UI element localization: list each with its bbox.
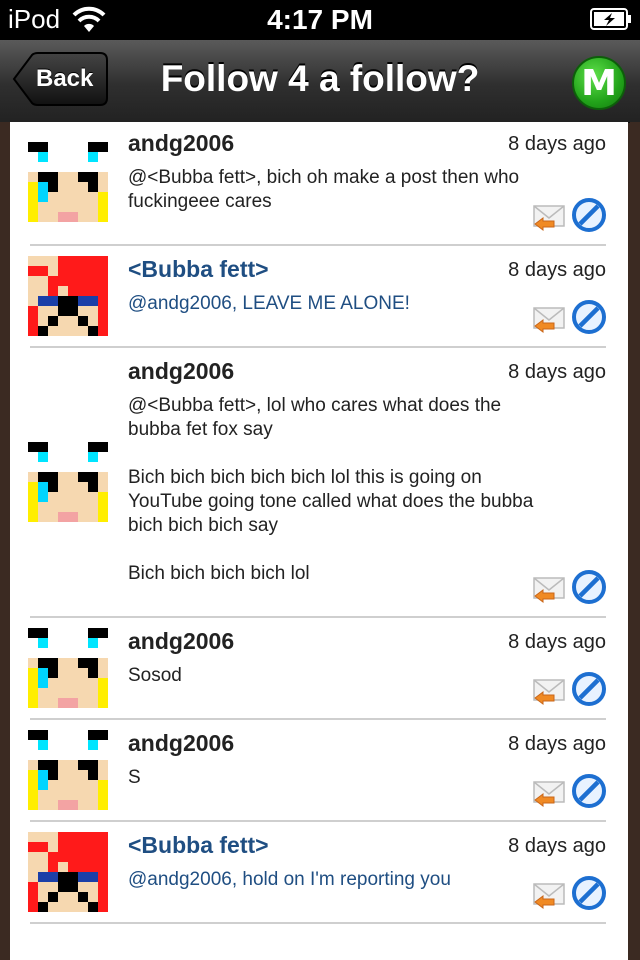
comment-item: andg2006 8 days ago S <box>28 720 606 822</box>
block-icon[interactable] <box>572 876 606 910</box>
page-title: Follow 4 a follow? <box>160 58 480 99</box>
comment-list[interactable]: andg2006 8 days ago @<Bubba fett>, die i… <box>10 122 628 960</box>
comment-text: S <box>128 767 141 788</box>
frame-border-right <box>630 122 640 960</box>
comment-timestamp: 8 days ago <box>508 631 606 653</box>
comment-feed: andg2006 8 days ago @<Bubba fett>, die i… <box>10 122 628 924</box>
block-icon[interactable] <box>572 198 606 232</box>
comment-timestamp: 8 days ago <box>508 133 606 155</box>
block-icon[interactable] <box>572 672 606 706</box>
avatar[interactable] <box>28 442 108 522</box>
comment-text: Sosod <box>128 665 182 686</box>
logo-letter: M <box>581 63 617 104</box>
comment-timestamp: 8 days ago <box>508 733 606 755</box>
reply-icon[interactable] <box>532 304 566 334</box>
comment-text: @<Bubba fett>, bich oh make a post then … <box>128 167 525 212</box>
avatar[interactable] <box>28 256 108 336</box>
comment-text: @andg2006, LEAVE ME ALONE! <box>128 293 410 314</box>
avatar[interactable] <box>28 730 108 810</box>
comment-text: @<Bubba fett>, lol who cares what does t… <box>128 395 534 584</box>
app-logo[interactable]: M <box>572 56 626 110</box>
comment-username[interactable]: andg2006 <box>128 358 234 385</box>
comment-item: andg2006 8 days ago @<Bubba fett>, bich … <box>28 122 606 246</box>
comment-username[interactable]: <Bubba fett> <box>128 256 269 283</box>
comment-username[interactable]: <Bubba fett> <box>128 832 269 859</box>
reply-icon[interactable] <box>532 880 566 910</box>
back-label: Back <box>36 65 94 92</box>
navigation-bar: Back Follow 4 a follow? M <box>0 40 640 123</box>
comment-item: andg2006 8 days ago Sosod <box>28 618 606 720</box>
reply-icon[interactable] <box>532 676 566 706</box>
reply-icon[interactable] <box>532 574 566 604</box>
comment-timestamp: 8 days ago <box>508 361 606 383</box>
avatar[interactable] <box>28 832 108 912</box>
reply-icon[interactable] <box>532 778 566 808</box>
block-icon[interactable] <box>572 774 606 808</box>
block-icon[interactable] <box>572 570 606 604</box>
frame-border-left <box>0 122 10 960</box>
comment-username[interactable]: andg2006 <box>128 130 234 157</box>
avatar[interactable] <box>28 142 108 222</box>
comment-item: <Bubba fett> 8 days ago @andg2006, LEAVE… <box>28 246 606 348</box>
comment-timestamp: 8 days ago <box>508 259 606 281</box>
comment-username[interactable]: andg2006 <box>128 730 234 757</box>
clock: 4:17 PM <box>267 4 373 35</box>
avatar[interactable] <box>28 628 108 708</box>
back-button[interactable]: Back <box>12 52 108 106</box>
comment-timestamp: 8 days ago <box>508 835 606 857</box>
block-icon[interactable] <box>572 300 606 334</box>
comment-item: <Bubba fett> 8 days ago @andg2006, hold … <box>28 822 606 924</box>
comment-item: andg2006 8 days ago @<Bubba fett>, lol w… <box>28 348 606 618</box>
comment-text: @andg2006, hold on I'm reporting you <box>128 869 451 890</box>
reply-icon[interactable] <box>532 202 566 232</box>
status-bar: iPod 4:17 PM <box>0 0 640 40</box>
battery-icon <box>590 8 632 35</box>
comment-username[interactable]: andg2006 <box>128 628 234 655</box>
